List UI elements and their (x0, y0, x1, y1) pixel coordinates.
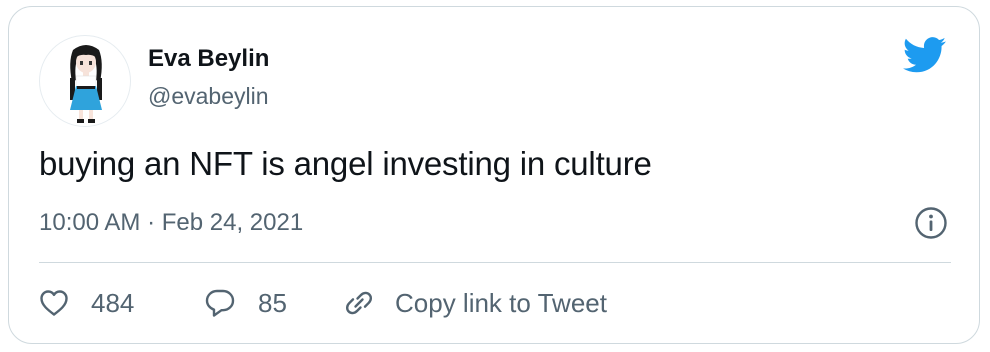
like-count: 484 (91, 287, 135, 318)
author-name[interactable]: Eva Beylin (148, 45, 269, 73)
tweet-timestamp[interactable]: 10:00 AM · Feb 24, 2021 (39, 209, 303, 237)
tweet-card: Eva Beylin @evabeylin buying an NFT is a… (8, 6, 980, 344)
author-handle[interactable]: @evabeylin (148, 83, 269, 110)
info-icon[interactable] (914, 206, 948, 240)
copy-link-button[interactable]: Copy link to Tweet (343, 283, 607, 323)
like-button[interactable]: 484 (39, 283, 134, 323)
link-icon (345, 291, 373, 315)
tweet-text: buying an NFT is angel investing in cult… (39, 145, 652, 182)
anime-character-avatar-icon (70, 45, 102, 123)
copy-link-label: Copy link to Tweet (395, 287, 607, 318)
reply-button[interactable]: 85 (204, 283, 287, 323)
avatar[interactable] (39, 35, 131, 127)
heart-icon (40, 290, 68, 316)
twitter-bird-icon[interactable] (903, 37, 947, 73)
reply-bubble-icon (205, 289, 235, 317)
divider (39, 262, 951, 263)
reply-count: 85 (258, 287, 287, 318)
